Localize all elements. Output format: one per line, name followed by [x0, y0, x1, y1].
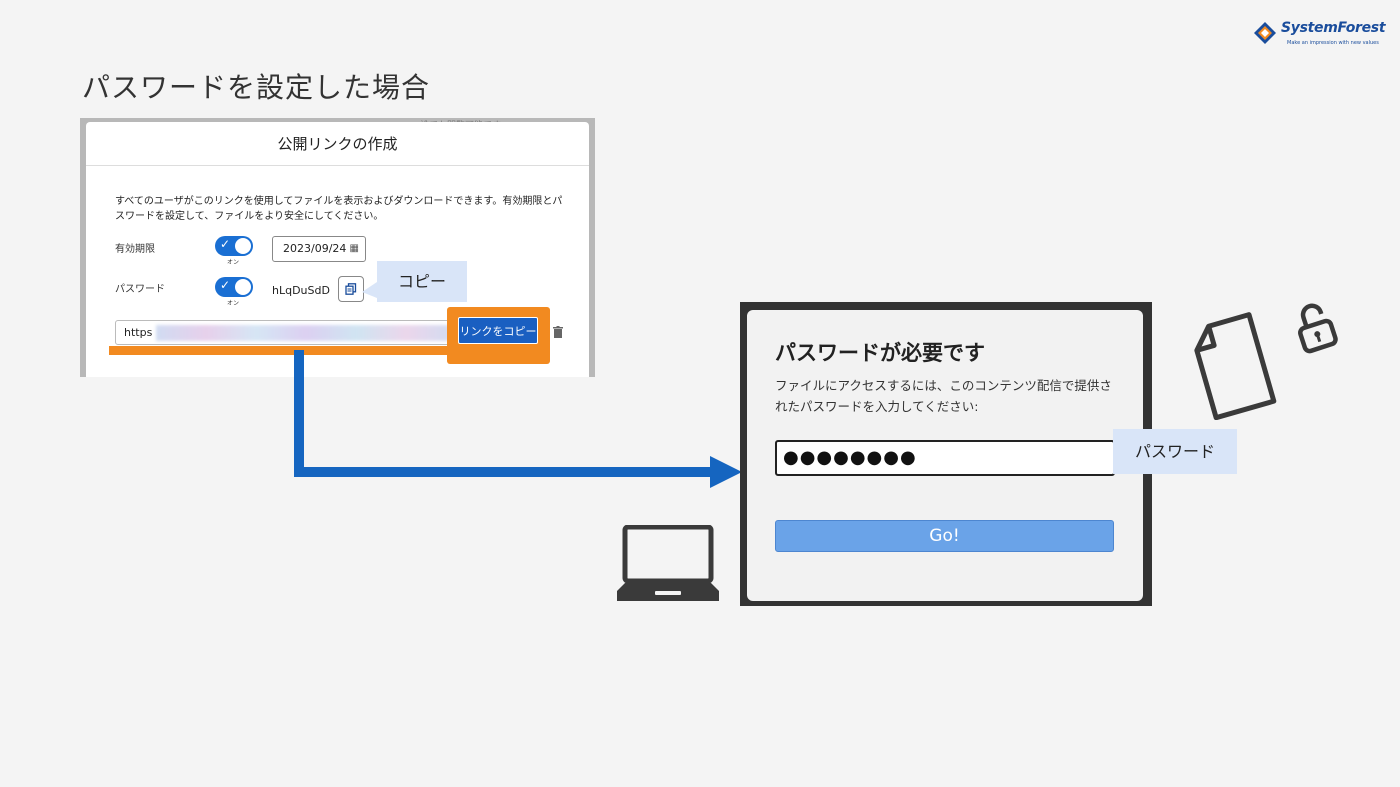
copy-password-button[interactable]	[338, 276, 364, 302]
dialog-description: すべてのユーザがこのリンクを使用してファイルを表示およびダウンロードできます。有…	[115, 196, 563, 222]
logo-tagline: Make an impression with new values	[1287, 40, 1379, 46]
expiry-toggle-state: オン	[227, 259, 240, 266]
toggle-knob	[235, 238, 251, 254]
slide-title: パスワードを設定した場合	[82, 71, 431, 104]
password-input[interactable]: ●●●●●●●●	[775, 440, 1115, 476]
password-dialog-title: パスワードが必要です	[775, 341, 985, 365]
file-icon	[1194, 312, 1277, 420]
share-url-input[interactable]: https	[115, 320, 455, 345]
url-prefix: https	[124, 326, 153, 339]
check-icon: ✓	[220, 278, 231, 292]
check-icon: ✓	[220, 237, 231, 251]
password-dialog-description: ファイルにアクセスするには、このコンテンツ配信で提供されたパスワードを入力してく…	[775, 378, 1112, 414]
trash-icon[interactable]	[553, 326, 563, 341]
go-button[interactable]: Go!	[775, 520, 1114, 552]
password-toggle-state: オン	[227, 300, 240, 307]
url-redacted	[156, 325, 454, 341]
expiry-toggle[interactable]: ✓	[215, 236, 253, 256]
password-label: パスワード	[115, 284, 165, 295]
callout-copy-label: コピー	[397, 272, 446, 291]
expiry-label: 有効期限	[115, 244, 155, 255]
generated-password: hLqDuSdD	[272, 284, 330, 297]
toggle-knob	[235, 279, 251, 295]
callout-password-label: パスワード	[1134, 442, 1215, 461]
callout-password: パスワード	[1113, 429, 1237, 474]
calendar-icon[interactable]: ▦	[350, 237, 359, 261]
logo-mark-icon	[1254, 22, 1276, 44]
copy-link-button[interactable]: リンクをコピー	[458, 317, 538, 344]
systemforest-logo: SystemForest Make an impression with new…	[1254, 18, 1386, 50]
copy-icon	[345, 283, 357, 295]
expiry-date-field[interactable]: 2023/09/24 ▦	[272, 236, 366, 262]
expiry-date-value: 2023/09/24	[283, 242, 347, 255]
callout-copy: コピー	[377, 261, 467, 302]
password-toggle[interactable]: ✓	[215, 277, 253, 297]
unlock-icon	[1298, 303, 1338, 354]
laptop-icon	[617, 525, 719, 601]
url-highlight-underline	[109, 346, 449, 355]
dialog-title: 公開リンクの作成	[86, 122, 589, 166]
logo-name: SystemForest	[1281, 20, 1386, 36]
